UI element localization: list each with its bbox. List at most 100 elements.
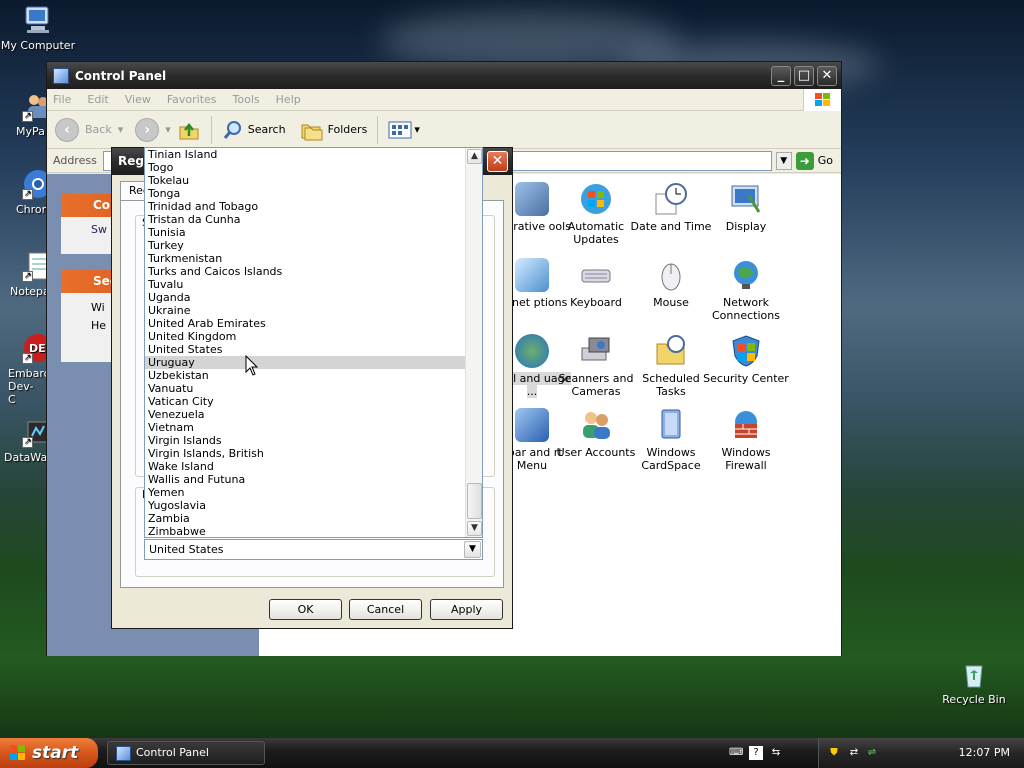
window-titlebar[interactable]: Control Panel _ □ ✕ xyxy=(47,62,841,89)
list-item[interactable]: Turks and Caicos Islands xyxy=(145,265,465,278)
list-item[interactable]: Wallis and Futuna xyxy=(145,473,465,486)
list-item[interactable]: Turkmenistan xyxy=(145,252,465,265)
cp-date-time[interactable]: Date and Time xyxy=(628,182,714,233)
apply-button[interactable]: Apply xyxy=(430,599,503,620)
list-item[interactable]: Virgin Islands xyxy=(145,434,465,447)
cp-security-center[interactable]: Security Center xyxy=(703,334,789,385)
cp-keyboard[interactable]: Keyboard xyxy=(553,258,639,309)
combobox-value: United States xyxy=(149,543,224,556)
list-scrollbar[interactable]: ▲ ▼ xyxy=(465,148,482,537)
scroll-thumb[interactable] xyxy=(467,483,482,519)
list-item[interactable]: Zimbabwe xyxy=(145,525,465,537)
back-button[interactable]: Back xyxy=(85,123,112,136)
views-button[interactable]: ▾ xyxy=(388,120,420,140)
menu-edit[interactable]: Edit xyxy=(87,93,108,106)
list-item[interactable]: Uzbekistan xyxy=(145,369,465,382)
automatic-updates-icon xyxy=(579,182,613,216)
forward-dropdown-icon[interactable]: ▾ xyxy=(165,123,171,136)
taskbar-button-control-panel[interactable]: Control Panel xyxy=(107,741,265,765)
minimize-button[interactable]: _ xyxy=(771,65,791,86)
admin-tools-icon xyxy=(515,182,549,216)
scanner-icon xyxy=(579,334,613,368)
close-button[interactable]: ✕ xyxy=(817,65,837,86)
list-item[interactable]: Uganda xyxy=(145,291,465,304)
list-item[interactable]: Virgin Islands, British xyxy=(145,447,465,460)
cp-network-connections[interactable]: Network Connections xyxy=(703,258,789,322)
security-shield-icon[interactable]: ⛊ xyxy=(827,746,841,760)
go-arrow-icon: ➜ xyxy=(795,151,814,170)
computer-icon xyxy=(22,4,54,36)
scroll-up-icon[interactable]: ▲ xyxy=(467,149,482,164)
back-arrow-icon[interactable]: ‹ xyxy=(55,117,79,142)
list-item[interactable]: Tuvalu xyxy=(145,278,465,291)
ok-button[interactable]: OK xyxy=(269,599,342,620)
location-dropdown-list[interactable]: Tinian Island Togo Tokelau Tonga Trinidad an… xyxy=(144,147,483,538)
list-item[interactable]: United States xyxy=(145,343,465,356)
list-item[interactable]: Togo xyxy=(145,161,465,174)
list-item[interactable]: Venezuela xyxy=(145,408,465,421)
location-combobox[interactable]: United States ▼ xyxy=(144,539,483,560)
forward-button[interactable]: › xyxy=(135,117,160,142)
mouse-icon xyxy=(654,258,688,292)
list-item[interactable]: Vietnam xyxy=(145,421,465,434)
help-tray-icon[interactable]: ? xyxy=(749,746,763,760)
list-item[interactable]: Tinian Island xyxy=(145,148,465,161)
list-item[interactable]: Uruguay xyxy=(145,356,465,369)
taskbar: start Control Panel ⌨ ? ⇆ ⛊ ⇄ ⇌ 12:07 PM xyxy=(0,738,1024,768)
list-item[interactable]: Zambia xyxy=(145,512,465,525)
folders-button[interactable]: Folders xyxy=(300,119,367,141)
list-item[interactable]: Yemen xyxy=(145,486,465,499)
cp-windows-firewall[interactable]: Windows Firewall xyxy=(703,408,789,472)
cp-windows-cardspace[interactable]: Windows CardSpace xyxy=(628,408,714,472)
network-tray-icon[interactable]: ⇄ xyxy=(847,746,861,760)
menu-favorites[interactable]: Favorites xyxy=(167,93,217,106)
cp-scanners-cameras[interactable]: Scanners and Cameras xyxy=(553,334,639,398)
cp-scheduled-tasks[interactable]: Scheduled Tasks xyxy=(628,334,714,398)
menu-file[interactable]: File xyxy=(53,93,71,106)
desktop-icon-recycle-bin[interactable]: Recycle Bin xyxy=(936,658,1012,706)
menu-tools[interactable]: Tools xyxy=(233,93,260,106)
cp-display[interactable]: Display xyxy=(703,182,789,233)
back-dropdown-icon[interactable]: ▾ xyxy=(118,123,124,136)
list-item[interactable]: Turkey xyxy=(145,239,465,252)
list-item[interactable]: Tokelau xyxy=(145,174,465,187)
menu-help[interactable]: Help xyxy=(276,93,301,106)
go-button[interactable]: ➜ Go xyxy=(795,151,841,170)
start-button[interactable]: start xyxy=(0,738,98,768)
list-item[interactable]: Vanuatu xyxy=(145,382,465,395)
safely-remove-icon[interactable]: ⇌ xyxy=(865,746,879,760)
cp-user-accounts[interactable]: User Accounts xyxy=(553,408,639,459)
keyboard-tray-icon[interactable]: ⌨ xyxy=(729,746,743,760)
list-item[interactable]: United Arab Emirates xyxy=(145,317,465,330)
network-tray-icon[interactable]: ⇆ xyxy=(769,746,783,760)
views-dropdown-icon: ▾ xyxy=(414,123,420,136)
list-item[interactable]: Tristan da Cunha xyxy=(145,213,465,226)
list-item[interactable]: Tonga xyxy=(145,187,465,200)
dialog-close-button[interactable]: ✕ xyxy=(487,151,508,172)
maximize-button[interactable]: □ xyxy=(794,65,814,86)
system-tray: ⌨ ? ⇆ ⛊ ⇄ ⇌ 12:07 PM xyxy=(729,738,1024,768)
list-item[interactable]: Wake Island xyxy=(145,460,465,473)
desktop-icon-my-computer[interactable]: My Computer xyxy=(0,4,76,52)
toolbar-separator xyxy=(377,115,379,144)
list-item[interactable]: Tunisia xyxy=(145,226,465,239)
chevron-down-icon[interactable]: ▼ xyxy=(464,541,481,558)
taskbar-icon xyxy=(515,408,549,442)
internet-options-icon xyxy=(515,258,549,292)
scroll-down-icon[interactable]: ▼ xyxy=(467,521,482,536)
up-folder-icon xyxy=(179,122,199,139)
menu-view[interactable]: View xyxy=(125,93,151,106)
list-item[interactable]: United Kingdom xyxy=(145,330,465,343)
list-item[interactable]: Vatican City xyxy=(145,395,465,408)
list-item[interactable]: Yugoslavia xyxy=(145,499,465,512)
clock[interactable]: 12:07 PM xyxy=(959,738,1010,768)
up-folder-button[interactable] xyxy=(177,118,201,142)
cp-automatic-updates[interactable]: Automatic Updates xyxy=(553,182,639,246)
cp-mouse[interactable]: Mouse xyxy=(628,258,714,309)
security-center-icon xyxy=(729,334,763,368)
search-button[interactable]: Search xyxy=(222,119,286,141)
address-dropdown-icon[interactable]: ▼ xyxy=(775,151,792,170)
list-item[interactable]: Trinidad and Tobago xyxy=(145,200,465,213)
list-item[interactable]: Ukraine xyxy=(145,304,465,317)
cancel-button[interactable]: Cancel xyxy=(349,599,422,620)
